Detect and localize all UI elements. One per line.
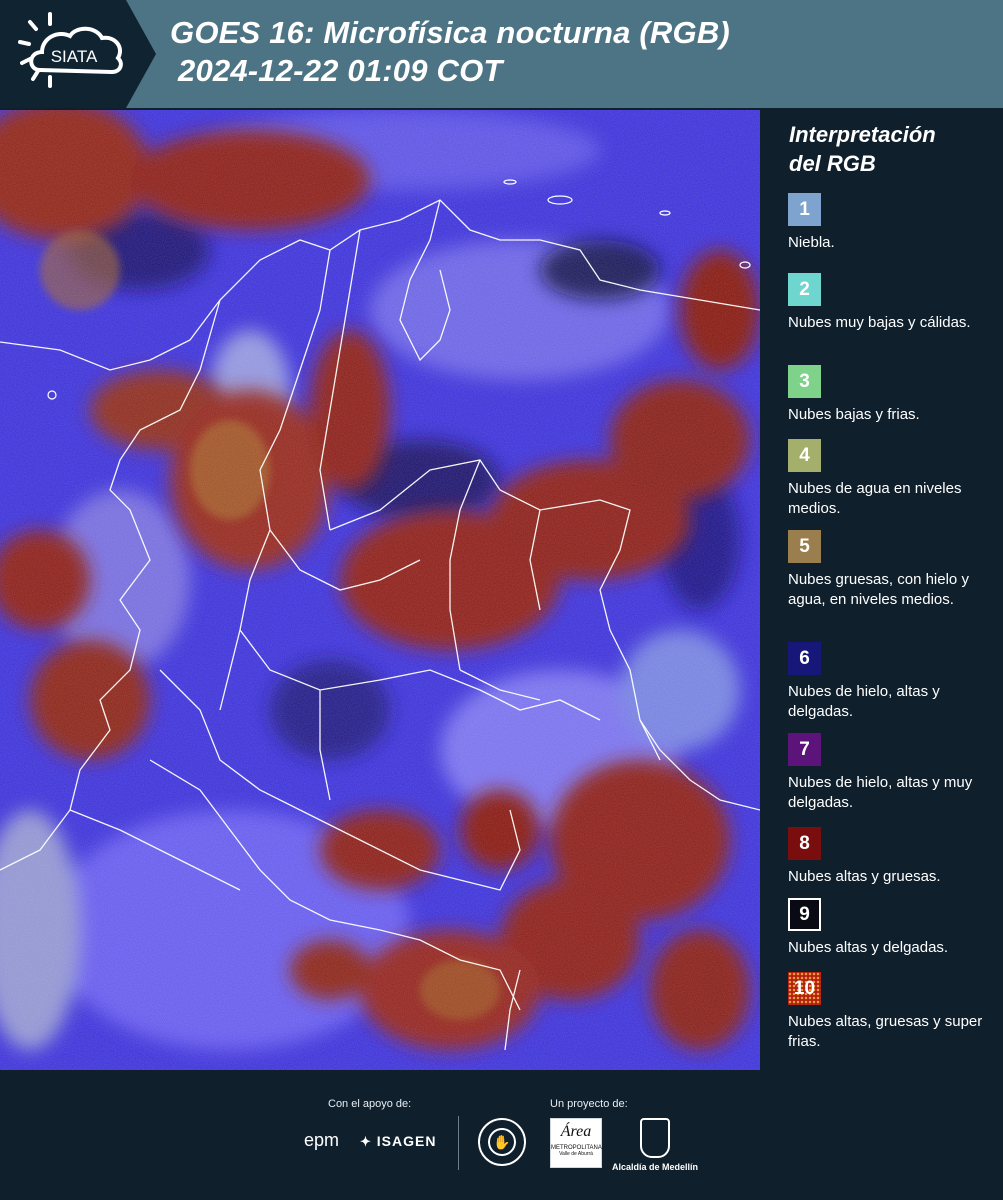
epm-logo[interactable]: epm [304,1130,339,1151]
support-label: Con el apoyo de: [328,1098,412,1110]
title-line-2: 2024-12-22 01:09 COT [178,53,503,88]
footer-divider [458,1116,459,1170]
legend-swatch-7: 7 [788,733,821,766]
sun-cloud-icon: SIATA [0,0,156,108]
alcaldia-label: Alcaldía de Medellín [612,1162,699,1172]
medellin-seal-icon[interactable]: ✋ [478,1118,526,1166]
epm-logo-text: epm [304,1130,340,1150]
legend-item-3: 3 Nubes bajas y frias. [788,365,998,425]
isagen-logo-text: ISAGEN [376,1133,437,1149]
legend-swatch-8: 8 [788,827,821,860]
siata-logo[interactable]: SIATA [0,0,156,108]
legend-item-2: 2 Nubes muy bajas y cálidas. [788,273,998,333]
legend-swatch-9: 9 [788,898,821,931]
legend-swatch-2: 2 [788,273,821,306]
legend-swatch-5: 5 [788,530,821,563]
isagen-star-icon: ✦ [360,1134,372,1149]
legend-label-2: Nubes muy bajas y cálidas. [788,314,971,331]
legend-swatch-1: 1 [788,193,821,226]
legend-item-1: 1 Niebla. [788,193,998,253]
area-metropolitana-logo[interactable]: Área METROPOLITANA Valle de Aburrá [550,1118,602,1168]
svg-text:SIATA: SIATA [51,47,98,66]
title-line-1: GOES 16: Microfísica nocturna (RGB) [170,15,730,50]
area-logo-title: Área [560,1123,592,1140]
legend-title-line-2: del RGB [789,151,876,176]
legend-label-6: Nubes de hielo, altas y delgadas. [788,683,940,720]
legend-item-10: 10 Nubes altas, gruesas y super frias. [788,972,998,1052]
page-title: GOES 16: Microfísica nocturna (RGB) 2024… [170,14,730,90]
legend-item-6: 6 Nubes de hielo, altas y delgadas. [788,642,998,722]
rgb-legend: Interpretación del RGB 1 Niebla. 2 Nubes… [762,110,1003,1070]
legend-item-7: 7 Nubes de hielo, altas y muy delgadas. [788,733,998,813]
legend-item-9: 9 Nubes altas y delgadas. [788,898,998,958]
legend-title: Interpretación del RGB [789,120,936,178]
legend-label-7: Nubes de hielo, altas y muy delgadas. [788,774,973,811]
legend-label-5: Nubes gruesas, con hielo y agua, en nive… [788,571,969,608]
legend-swatch-10: 10 [788,972,821,1005]
legend-label-8: Nubes altas y gruesas. [788,868,941,885]
legend-swatch-6: 6 [788,642,821,675]
alcaldia-shield-icon[interactable] [640,1118,670,1158]
seal-inner-icon: ✋ [488,1128,516,1156]
satellite-map-image[interactable] [0,110,760,1070]
legend-label-9: Nubes altas y delgadas. [788,939,949,956]
legend-label-3: Nubes bajas y frias. [788,406,920,423]
legend-label-10: Nubes altas, gruesas y super frias. [788,1013,983,1050]
legend-label-1: Niebla. [788,234,835,251]
legend-swatch-4: 4 [788,439,821,472]
project-label: Un proyecto de: [550,1098,628,1110]
legend-item-4: 4 Nubes de agua en niveles medios. [788,439,998,519]
header-bar: SIATA GOES 16: Microfísica nocturna (RGB… [0,0,1003,108]
footer-bar: Con el apoyo de: Un proyecto de: epm ✦ I… [0,1070,1003,1200]
legend-label-4: Nubes de agua en niveles medios. [788,480,962,517]
legend-swatch-3: 3 [788,365,821,398]
legend-title-line-1: Interpretación [789,122,936,147]
isagen-logo[interactable]: ✦ ISAGEN [360,1133,436,1150]
rgb-satellite-image [0,110,760,1070]
legend-item-8: 8 Nubes altas y gruesas. [788,827,998,887]
legend-item-5: 5 Nubes gruesas, con hielo y agua, en ni… [788,530,998,610]
area-logo-valle: Valle de Aburrá [559,1151,593,1157]
